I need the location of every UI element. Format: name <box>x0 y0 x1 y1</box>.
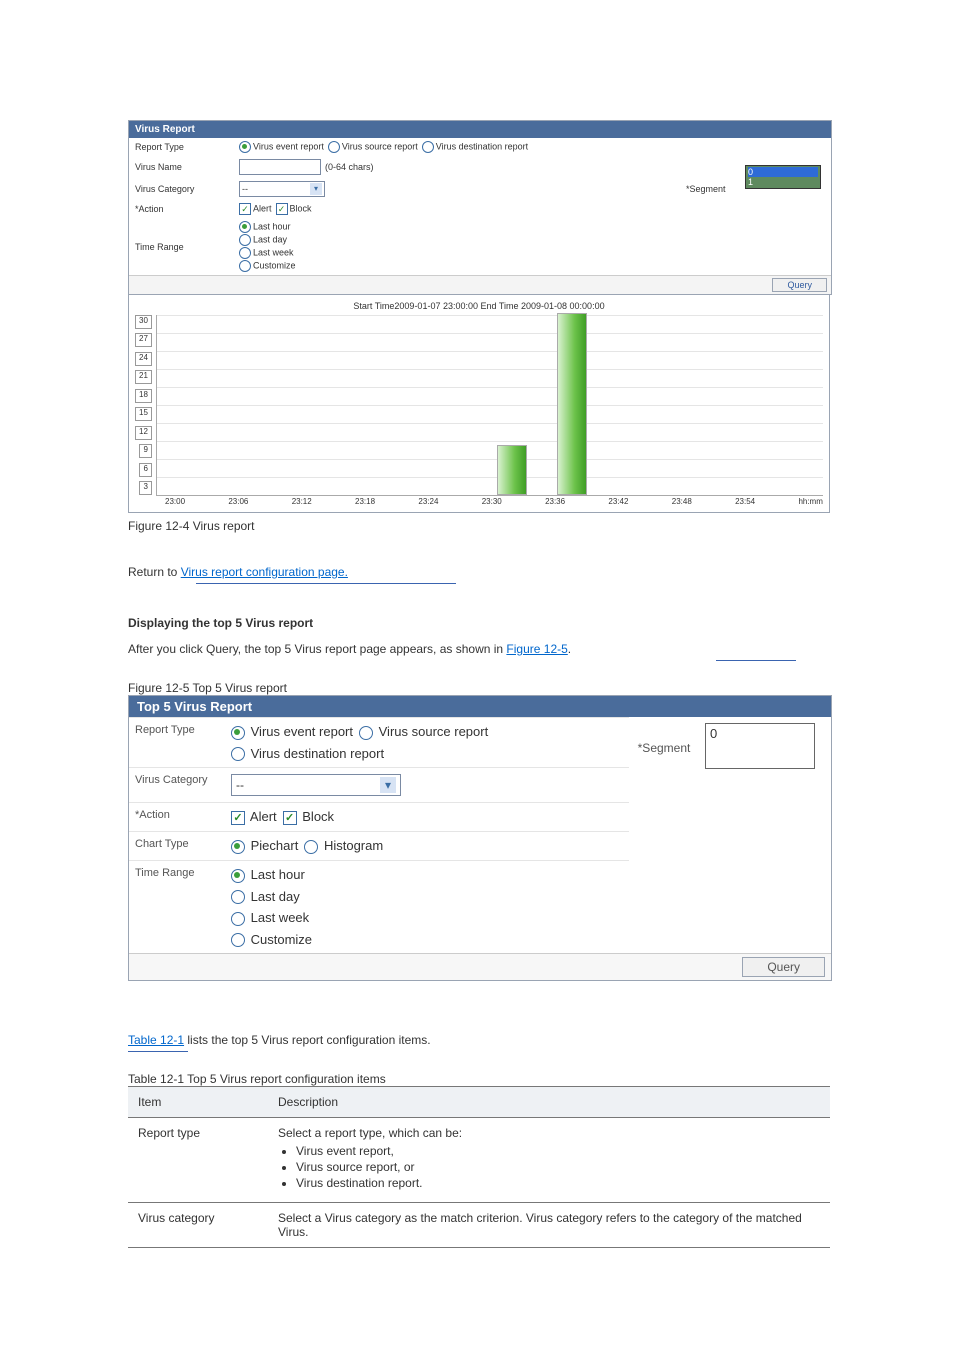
p2-radio-virus-source[interactable]: Virus source report <box>359 724 488 740</box>
table-header-description: Description <box>268 1087 830 1118</box>
displaying-heading: Displaying the top 5 Virus report <box>128 614 934 632</box>
return-text: Return to <box>128 565 181 579</box>
chart-plot <box>156 315 823 496</box>
p2-segment-select[interactable]: 0 <box>705 723 815 769</box>
table-cell-item: Virus category <box>128 1203 268 1248</box>
checkbox-alert[interactable]: ✓Alert <box>239 203 272 215</box>
radio-last-week[interactable]: Last week <box>239 247 296 259</box>
chevron-down-icon: ▾ <box>380 777 396 793</box>
time-range-label: Time Range <box>135 242 235 252</box>
radio-last-day[interactable]: Last day <box>239 234 296 246</box>
query-button[interactable]: Query <box>772 278 827 292</box>
p2-virus-category-select[interactable]: -- ▾ <box>231 774 401 796</box>
table-cell-desc: Select a report type, which can be: Viru… <box>268 1118 830 1203</box>
chevron-down-icon: ▾ <box>310 183 322 195</box>
p2-radio-last-hour[interactable]: Last hour <box>231 867 305 883</box>
figure-12-5-caption: Figure 12-5 Top 5 Virus report <box>128 681 934 695</box>
figure-12-4-caption: Figure 12-4 Virus report <box>128 519 934 533</box>
table-12-1-caption: Table 12-1 Top 5 Virus report configurat… <box>128 1072 934 1086</box>
p2-virus-category-label: Virus Category <box>129 768 225 802</box>
virus-category-label: Virus Category <box>135 184 235 194</box>
chart-bar <box>557 313 587 495</box>
chart-bar <box>497 445 527 495</box>
p2-radio-last-day[interactable]: Last day <box>231 889 300 905</box>
virus-report-chart: Start Time2009-01-07 23:00:00 End Time 2… <box>128 295 830 513</box>
report-type-label: Report Type <box>135 142 235 152</box>
list-item: Virus event report, <box>296 1144 820 1158</box>
chart-x-axis: 23:00 23:06 23:12 23:18 23:24 23:30 23:3… <box>165 495 823 506</box>
p2-query-button[interactable]: Query <box>742 957 825 977</box>
table-link-after: lists the top 5 Virus report configurati… <box>184 1033 431 1047</box>
panel2-title: Top 5 Virus Report <box>129 696 831 717</box>
radio-customize[interactable]: Customize <box>239 260 296 272</box>
virus-category-select[interactable]: -- ▾ <box>239 181 325 197</box>
segment-option-1[interactable]: 1 <box>748 177 818 187</box>
virus-name-input[interactable] <box>239 159 321 175</box>
table-cell-item: Report type <box>128 1118 268 1203</box>
list-item: Virus source report, or <box>296 1160 820 1174</box>
radio-virus-event[interactable]: Virus event report <box>239 141 324 153</box>
table-header-item: Item <box>128 1087 268 1118</box>
table-12-1: Item Description Report type Select a re… <box>128 1086 830 1248</box>
chart-y-axis: 30 27 24 21 18 15 12 9 6 3 <box>135 315 156 495</box>
p2-radio-customize[interactable]: Customize <box>231 932 312 948</box>
list-item: Virus destination report. <box>296 1176 820 1190</box>
radio-virus-destination[interactable]: Virus destination report <box>422 141 528 153</box>
virus-report-panel: Virus Report Report Type Virus event rep… <box>128 120 832 295</box>
virus-name-label: Virus Name <box>135 162 235 172</box>
segment-label: *Segment <box>686 184 741 194</box>
panel-title: Virus Report <box>129 121 831 138</box>
p2-chart-type-label: Chart Type <box>129 832 225 860</box>
radio-last-hour[interactable]: Last hour <box>239 221 296 233</box>
figure5-intro: After you click Query, the top 5 Virus r… <box>128 642 506 656</box>
p2-time-range-label: Time Range <box>129 861 225 953</box>
radio-virus-source[interactable]: Virus source report <box>328 141 418 153</box>
figure5-link[interactable]: Figure 12-5 <box>506 642 567 656</box>
p2-radio-histogram[interactable]: Histogram <box>304 838 383 854</box>
p2-radio-virus-destination[interactable]: Virus destination report <box>231 746 384 762</box>
action-label: *Action <box>135 204 235 214</box>
checkbox-block[interactable]: ✓Block <box>276 203 312 215</box>
virus-name-hint: (0-64 chars) <box>325 162 374 172</box>
table-row: Virus category Select a Virus category a… <box>128 1203 830 1248</box>
table-cell-desc: Select a Virus category as the match cri… <box>268 1203 830 1248</box>
segment-select[interactable]: 0 1 <box>745 165 821 189</box>
p2-radio-piechart[interactable]: Piechart <box>231 838 298 854</box>
p2-checkbox-alert[interactable]: ✓ Alert <box>231 809 277 825</box>
table-row: Report type Select a report type, which … <box>128 1118 830 1203</box>
p2-action-label: *Action <box>129 803 225 831</box>
p2-report-type-label: Report Type <box>129 718 225 767</box>
top5-virus-report-panel: Top 5 Virus Report Report Type Virus eve… <box>128 695 832 981</box>
table-12-1-link[interactable]: Table 12-1 <box>128 1033 184 1047</box>
p2-radio-last-week[interactable]: Last week <box>231 910 309 926</box>
p2-checkbox-block[interactable]: ✓ Block <box>283 809 334 825</box>
chart-title: Start Time2009-01-07 23:00:00 End Time 2… <box>135 301 823 311</box>
segment-option-0[interactable]: 0 <box>748 167 818 177</box>
return-link[interactable]: Virus report configuration page. <box>181 565 348 579</box>
p2-segment-label: *Segment <box>629 717 699 953</box>
p2-radio-virus-event[interactable]: Virus event report <box>231 724 353 740</box>
